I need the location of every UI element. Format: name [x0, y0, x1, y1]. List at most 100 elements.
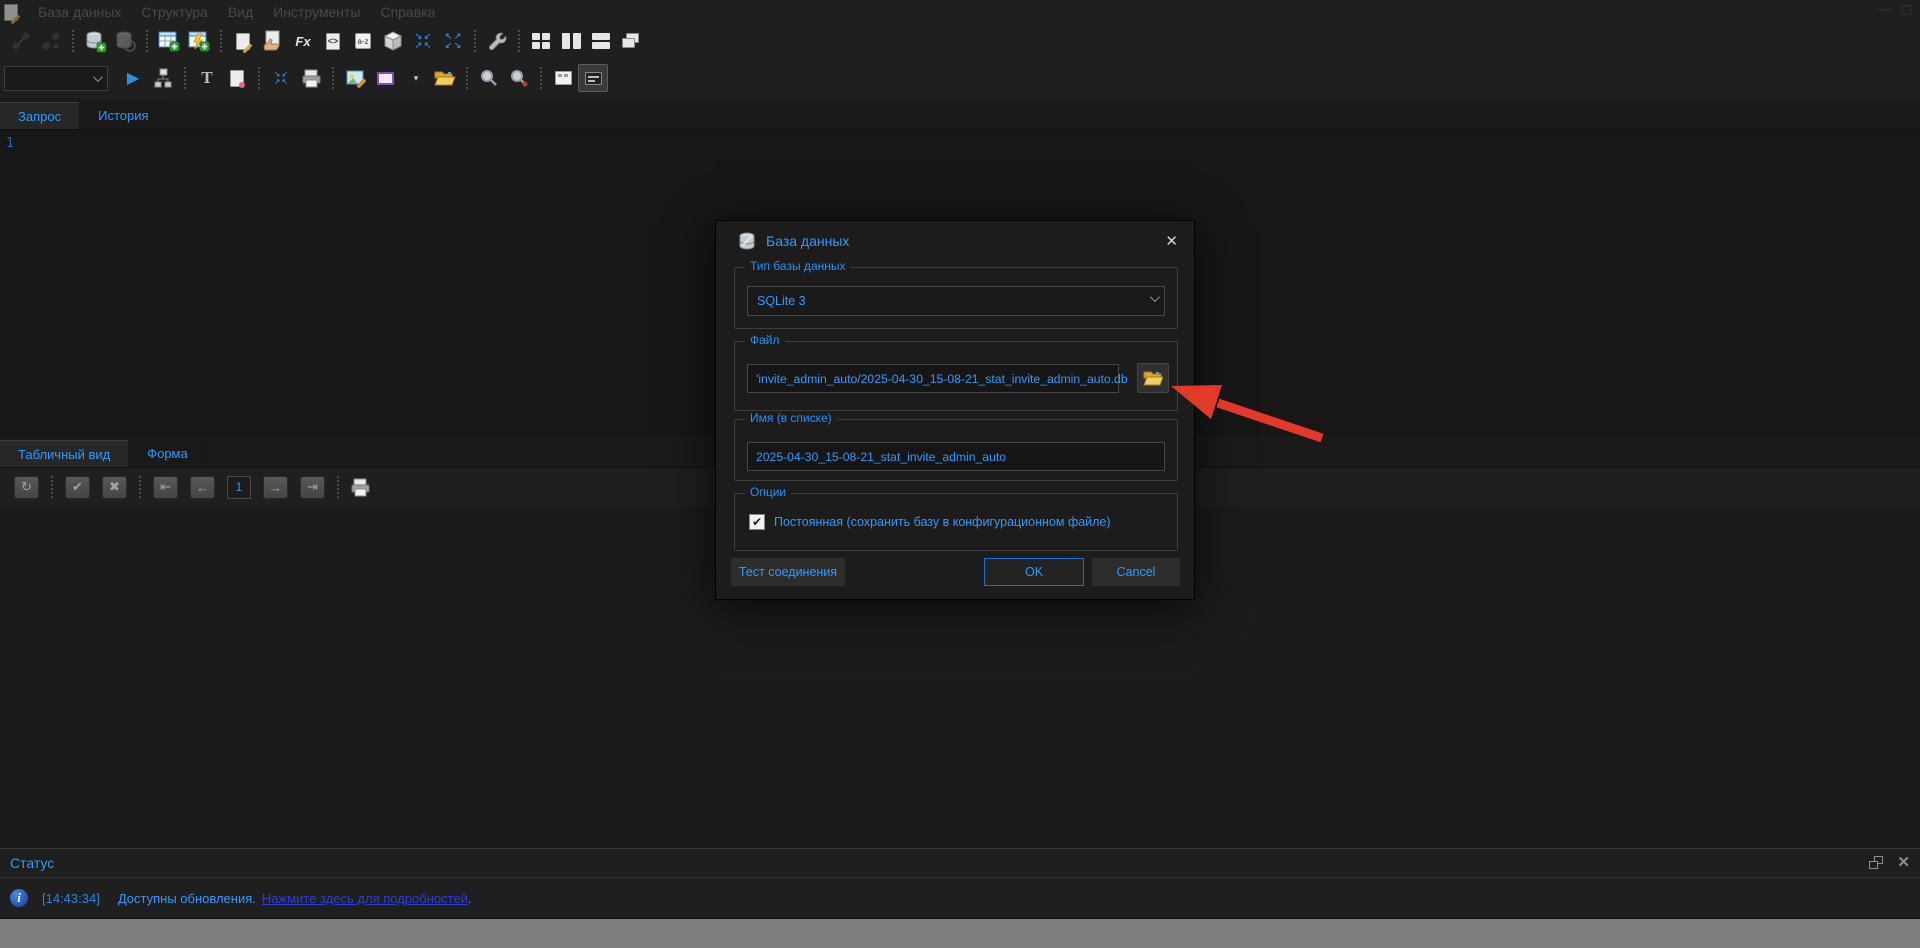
database-icon — [738, 232, 756, 251]
status-update-link[interactable]: Нажмите здесь для подробностей — [262, 891, 468, 906]
prev-row-icon[interactable]: ← — [190, 476, 215, 499]
file-path-input[interactable]: 'invite_admin_auto/2025-04-30_15-08-21_s… — [747, 364, 1119, 393]
menu-tools[interactable]: Инструменты — [263, 2, 370, 22]
menu-structure[interactable]: Структура — [131, 2, 217, 22]
info-icon: i — [10, 889, 28, 907]
search-edit-icon[interactable] — [504, 64, 534, 92]
collations-editor-icon[interactable]: a-z — [348, 27, 378, 55]
explain-plan-icon[interactable] — [148, 64, 178, 92]
toolbar-separator — [146, 30, 148, 52]
toolbar-separator — [72, 30, 74, 52]
group-db-type-label: Тип базы данных — [745, 259, 851, 273]
sql-scripts-icon[interactable]: <> — [318, 27, 348, 55]
view-selector-dropdown-icon[interactable]: ▾ — [400, 64, 430, 92]
query-toolbar: ▶ T ↘↙↗↖ ▾ — [0, 58, 1920, 98]
toolbar-separator — [466, 67, 468, 89]
mdi-cascade-icon[interactable] — [616, 27, 646, 55]
disconnect-icon[interactable] — [36, 27, 66, 55]
format-sql-icon[interactable]: T — [192, 64, 222, 92]
fit-columns-icon[interactable]: ↘↙↗↖ — [266, 64, 296, 92]
open-file-icon[interactable] — [430, 64, 460, 92]
search-icon[interactable] — [474, 64, 504, 92]
open-sql-editor-icon[interactable] — [228, 27, 258, 55]
folder-icon — [1143, 370, 1163, 386]
add-database-icon[interactable] — [80, 27, 110, 55]
add-view-icon[interactable] — [184, 27, 214, 55]
functions-editor-icon[interactable]: Fx — [288, 27, 318, 55]
dialog-title: База данных — [766, 233, 849, 249]
toolbar-separator — [258, 67, 260, 89]
dialog-close-icon[interactable]: ✕ — [1165, 232, 1178, 250]
menu-help[interactable]: Справка — [370, 2, 445, 22]
add-table-icon[interactable] — [154, 27, 184, 55]
export-results-icon[interactable] — [340, 64, 370, 92]
toolbar-separator — [184, 67, 186, 89]
restore-database-icon[interactable] — [110, 27, 140, 55]
last-row-icon[interactable]: ⇥ — [300, 476, 325, 499]
refresh-grid-icon[interactable]: ↻ — [14, 476, 39, 499]
mdi-tile-icon[interactable] — [526, 27, 556, 55]
group-db-type: Тип базы данных SQLite 3 — [734, 267, 1178, 329]
tab-history[interactable]: История — [80, 102, 166, 129]
chevron-down-icon — [1150, 292, 1160, 302]
print-grid-icon[interactable] — [345, 473, 375, 501]
toolbar-separator — [540, 67, 542, 89]
group-file-label: Файл — [745, 333, 785, 347]
view-selector-icon[interactable] — [370, 64, 400, 92]
permanent-checkbox[interactable]: ✔ — [749, 514, 765, 530]
commit-icon[interactable]: ✔ — [65, 476, 90, 499]
browse-file-button[interactable] — [1137, 363, 1169, 393]
toolbar-separator — [518, 30, 520, 52]
tab-query[interactable]: Запрос — [0, 102, 79, 129]
collapse-windows-icon[interactable]: ↘↙↗↖ — [408, 27, 438, 55]
execute-query-icon[interactable]: ▶ — [118, 64, 148, 92]
extensions-icon[interactable] — [378, 27, 408, 55]
rollback-icon[interactable]: ✖ — [102, 476, 127, 499]
pencil-icon — [243, 43, 253, 53]
menubar: База данных Структура Вид Инструменты Сп… — [0, 0, 1920, 24]
clear-editor-icon[interactable] — [222, 64, 252, 92]
db-type-value: SQLite 3 — [757, 294, 806, 308]
database-dialog: База данных ✕ Тип базы данных SQLite 3 Ф… — [715, 220, 1195, 600]
file-path-value: 'invite_admin_auto/2025-04-30_15-08-21_s… — [756, 372, 1128, 386]
toolbar-separator — [474, 30, 476, 52]
undock-icon[interactable] — [1869, 856, 1883, 869]
query-tabbar: Запрос История — [0, 98, 1920, 130]
cancel-button[interactable]: Cancel — [1092, 558, 1180, 586]
chevron-down-icon — [93, 72, 103, 82]
window-controls: — ▢ — [1879, 2, 1912, 16]
close-icon[interactable]: ✕ — [1897, 855, 1910, 870]
group-options-label: Опции — [745, 485, 791, 499]
toolbar-separator — [332, 67, 334, 89]
pencil-icon — [11, 14, 21, 24]
dialog-titlebar: База данных ✕ — [716, 221, 1194, 261]
database-combobox[interactable] — [4, 66, 108, 91]
browse-data-icon[interactable] — [258, 27, 288, 55]
menu-view[interactable]: Вид — [218, 2, 263, 22]
mdi-horizontal-icon[interactable] — [586, 27, 616, 55]
results-table-icon[interactable] — [548, 64, 578, 92]
db-name-input[interactable]: 2025-04-30_15-08-21_stat_invite_admin_au… — [747, 442, 1165, 471]
expand-windows-icon[interactable]: ↖↗↙↘ — [438, 27, 468, 55]
screen: База данных Структура Вид Инструменты Сп… — [0, 0, 1920, 948]
console-view-icon[interactable] — [578, 64, 608, 92]
ok-button[interactable]: OK — [984, 558, 1084, 586]
configuration-wrench-icon[interactable] — [482, 27, 512, 55]
next-row-icon[interactable]: → — [263, 476, 288, 499]
menu-database[interactable]: База данных — [28, 2, 131, 22]
status-timestamp: [14:43:34] — [42, 891, 100, 906]
print-icon[interactable] — [296, 64, 326, 92]
tab-form-view[interactable]: Форма — [129, 440, 206, 467]
test-connection-button[interactable]: Тест соединения — [731, 558, 845, 586]
status-suffix: . — [468, 891, 472, 906]
page-number-box[interactable]: 1 — [227, 476, 251, 499]
toolbar-separator — [139, 476, 141, 498]
minimize-icon[interactable]: — — [1879, 2, 1891, 16]
db-type-combobox[interactable]: SQLite 3 — [747, 286, 1165, 316]
group-name: Имя (в списке) 2025-04-30_15-08-21_stat_… — [734, 419, 1178, 481]
first-row-icon[interactable]: ⇤ — [153, 476, 178, 499]
connect-icon[interactable] — [6, 27, 36, 55]
mdi-vertical-icon[interactable] — [556, 27, 586, 55]
maximize-icon[interactable]: ▢ — [1901, 2, 1912, 16]
tab-grid-view[interactable]: Табличный вид — [0, 440, 128, 467]
